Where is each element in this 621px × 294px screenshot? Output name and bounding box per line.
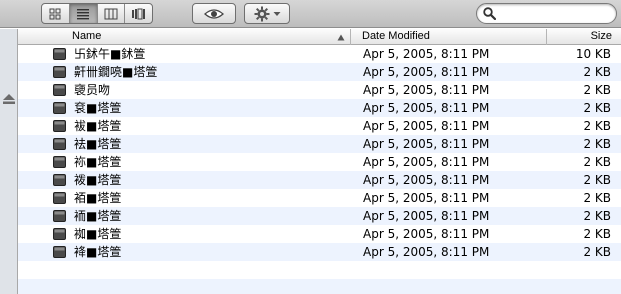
file-size: 2 KB (583, 191, 611, 205)
file-row[interactable]: 袞■塔箮 Apr 5, 2005, 8:11 PM 2 KB (18, 99, 621, 117)
file-size: 10 KB (575, 47, 611, 61)
file-date-modified: Apr 5, 2005, 8:11 PM (363, 227, 490, 241)
gear-icon (254, 6, 269, 21)
name-column-header[interactable]: Name (18, 29, 351, 45)
file-row[interactable]: 袶■塔箮 Apr 5, 2005, 8:11 PM 2 KB (18, 243, 621, 261)
file-icon (53, 246, 66, 258)
eject-icon[interactable] (2, 93, 16, 105)
file-icon (53, 66, 66, 78)
file-icon (53, 174, 66, 186)
date-modified-column-header[interactable]: Date Modified (351, 29, 547, 45)
eye-icon (204, 8, 224, 19)
file-row[interactable]: 袪■塔箮 Apr 5, 2005, 8:11 PM 2 KB (18, 135, 621, 153)
file-size: 2 KB (583, 119, 611, 133)
column-view-button[interactable] (98, 4, 126, 23)
file-name: 褏员吻 (74, 83, 111, 97)
list-view-icon (77, 8, 90, 19)
column-header: Name Date Modified Size (18, 29, 621, 45)
file-date-modified: Apr 5, 2005, 8:11 PM (363, 245, 490, 259)
file-size: 2 KB (583, 227, 611, 241)
list-view-button[interactable] (69, 4, 98, 23)
chevron-down-icon (273, 11, 280, 16)
file-icon (53, 84, 66, 96)
file-size: 2 KB (583, 245, 611, 259)
file-row[interactable]: 袻■塔箮 Apr 5, 2005, 8:11 PM 2 KB (18, 207, 621, 225)
sidebar (0, 29, 18, 294)
file-row[interactable]: 卐鉥午■鉥箮 Apr 5, 2005, 8:11 PM 10 KB (18, 45, 621, 63)
icon-view-icon (49, 8, 61, 19)
file-date-modified: Apr 5, 2005, 8:11 PM (363, 119, 490, 133)
file-name: 袚■塔箮 (74, 119, 122, 133)
icon-view-button[interactable] (42, 4, 70, 23)
quick-look-button[interactable] (192, 3, 236, 24)
file-name: 袽■塔箮 (74, 227, 122, 241)
file-name: 鼾卌鐗喨■塔箮 (74, 65, 158, 79)
file-date-modified: Apr 5, 2005, 8:11 PM (363, 137, 490, 151)
empty-row (18, 261, 621, 279)
file-date-modified: Apr 5, 2005, 8:11 PM (363, 101, 490, 115)
file-date-modified: Apr 5, 2005, 8:11 PM (363, 173, 490, 187)
file-date-modified: Apr 5, 2005, 8:11 PM (363, 83, 490, 97)
file-size: 2 KB (583, 83, 611, 97)
file-icon (53, 120, 66, 132)
file-size: 2 KB (583, 155, 611, 169)
file-row[interactable]: 袽■塔箮 Apr 5, 2005, 8:11 PM 2 KB (18, 225, 621, 243)
file-row[interactable]: 袯■塔箮 Apr 5, 2005, 8:11 PM 2 KB (18, 171, 621, 189)
cover-flow-icon (131, 8, 145, 19)
name-column-label: Name (72, 30, 102, 42)
size-column-label: Size (590, 30, 612, 42)
file-row[interactable]: 鼾卌鐗喨■塔箮 Apr 5, 2005, 8:11 PM 2 KB (18, 63, 621, 81)
file-row[interactable]: 褏员吻 Apr 5, 2005, 8:11 PM 2 KB (18, 81, 621, 99)
cover-flow-button[interactable] (125, 4, 152, 23)
file-name: 袶■塔箮 (74, 245, 122, 259)
file-name: 袻■塔箮 (74, 209, 122, 223)
file-list: 卐鉥午■鉥箮 Apr 5, 2005, 8:11 PM 10 KB 鼾卌鐗喨■塔箮 Ap… (18, 45, 621, 294)
file-name: 卐鉥午■鉥箮 (74, 47, 146, 61)
toolbar (0, 0, 621, 28)
file-icon (53, 102, 66, 114)
action-menu-button[interactable] (244, 3, 290, 24)
file-icon (53, 48, 66, 60)
date-column-label: Date Modified (362, 30, 430, 42)
empty-row (18, 279, 621, 294)
column-view-icon (104, 8, 118, 19)
file-size: 2 KB (583, 173, 611, 187)
file-icon (53, 156, 66, 168)
file-date-modified: Apr 5, 2005, 8:11 PM (363, 209, 490, 223)
size-column-header[interactable]: Size (547, 29, 621, 45)
file-row[interactable]: 袚■塔箮 Apr 5, 2005, 8:11 PM 2 KB (18, 117, 621, 135)
file-icon (53, 210, 66, 222)
magnifier-icon (483, 7, 496, 20)
file-date-modified: Apr 5, 2005, 8:11 PM (363, 65, 490, 79)
file-icon (53, 192, 66, 204)
file-date-modified: Apr 5, 2005, 8:11 PM (363, 47, 490, 61)
file-icon (53, 228, 66, 240)
file-name: 袯■塔箮 (74, 173, 122, 187)
file-name: 袞■塔箮 (74, 101, 122, 115)
file-icon (53, 138, 66, 150)
sort-ascending-icon (337, 34, 345, 41)
file-size: 2 KB (583, 65, 611, 79)
file-size: 2 KB (583, 137, 611, 151)
file-date-modified: Apr 5, 2005, 8:11 PM (363, 155, 490, 169)
search-input[interactable] (497, 6, 609, 21)
file-row[interactable]: 袮■塔箮 Apr 5, 2005, 8:11 PM 2 KB (18, 153, 621, 171)
file-date-modified: Apr 5, 2005, 8:11 PM (363, 191, 490, 205)
view-mode-segmented-control (41, 3, 153, 24)
search-field[interactable] (476, 3, 617, 24)
file-size: 2 KB (583, 101, 611, 115)
file-size: 2 KB (583, 209, 611, 223)
file-name: 袪■塔箮 (74, 137, 122, 151)
file-name: 袹■塔箮 (74, 191, 122, 205)
file-name: 袮■塔箮 (74, 155, 122, 169)
file-row[interactable]: 袹■塔箮 Apr 5, 2005, 8:11 PM 2 KB (18, 189, 621, 207)
